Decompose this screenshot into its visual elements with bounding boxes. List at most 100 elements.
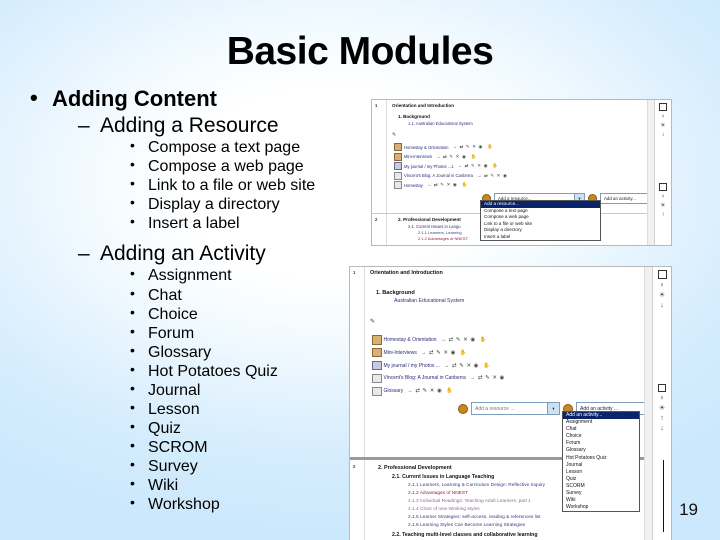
- resource-row[interactable]: Vincent's Blog: A Journal in Canberra → …: [372, 373, 665, 384]
- resource-actions[interactable]: → ⇄ ✎ ✕ ◉: [477, 173, 508, 179]
- glossary-icon: [394, 181, 402, 190]
- move-down-icon[interactable]: ↓: [660, 302, 664, 309]
- dropdown-option[interactable]: SCORM: [563, 483, 639, 490]
- section-item: 2.1.6 Learning Styles Can Become Learnin…: [408, 523, 526, 528]
- show-only-section-icon[interactable]: ♀: [661, 194, 666, 200]
- resource-label[interactable]: Glossary: [384, 388, 404, 394]
- show-only-section-icon[interactable]: ♀: [659, 282, 664, 289]
- hide-section-icon[interactable]: ☀: [659, 292, 665, 299]
- resource-row[interactable]: Homestay & Orientation → ⇄ ✎ ✕ ◉ ✋: [394, 143, 665, 151]
- edit-pencil-icon[interactable]: ✎: [370, 318, 665, 325]
- resource-actions[interactable]: → ⇄ ✎ ✕ ◉: [421, 350, 456, 356]
- move-down-icon[interactable]: ↓: [660, 425, 664, 432]
- resource-label[interactable]: Homestay & Orientation: [384, 337, 437, 343]
- edit-pencil-icon[interactable]: ✎: [392, 132, 665, 138]
- add-activity-dropdown-menu[interactable]: Add an activity... Assignment Chat Choic…: [562, 411, 640, 513]
- dropdown-option[interactable]: Hot Potatoes Quiz: [563, 455, 639, 462]
- resource-row[interactable]: Mini-Interviews → ⇄ ✎ ✕ ◉ ✋: [394, 152, 665, 161]
- hide-icon[interactable]: ✋: [487, 144, 493, 150]
- help-icon[interactable]: [458, 403, 468, 414]
- resource-row[interactable]: Vincent's Blog: A Journal in Canberra → …: [394, 171, 665, 180]
- move-up-icon[interactable]: ↑: [660, 415, 664, 422]
- move-up-icon[interactable]: ↑: [662, 212, 665, 218]
- journal-icon: [372, 360, 382, 371]
- dropdown-option[interactable]: Add an activity...: [563, 412, 639, 420]
- outline-item: Assignment: [0, 265, 400, 285]
- dropdown-option[interactable]: Journal: [563, 462, 639, 469]
- outline-item: Insert a label: [0, 213, 400, 233]
- add-resource-dropdown-menu[interactable]: Add a resource... Compose a text page Co…: [480, 200, 601, 242]
- resource-row[interactable]: My journal / my Photos ... → ⇄ ✎ ✕ ◉ ✋: [372, 360, 665, 371]
- hide-icon[interactable]: ✋: [480, 337, 487, 343]
- highlight-section-icon[interactable]: [658, 384, 666, 392]
- section-heading: 1. Background: [398, 114, 430, 119]
- dropdown-option[interactable]: Assignment: [563, 419, 639, 426]
- hide-icon[interactable]: ✋: [471, 154, 477, 160]
- section-title: Orientation and Introduction: [392, 103, 455, 108]
- outline-level1: Adding Content: [0, 85, 400, 112]
- screenshot-top-course-page: 1 Orientation and Introduction 1. Backgr…: [371, 99, 672, 246]
- dropdown-option[interactable]: Glossary: [563, 447, 639, 454]
- resource-actions[interactable]: → ⇄ ✎ ✕ ◉: [427, 182, 458, 188]
- section-subheading: Australian Educational System: [394, 298, 465, 304]
- section-gutter: [350, 267, 365, 457]
- resource-row[interactable]: Glossary → ⇄ ✎ ✕ ◉ ✋: [372, 386, 665, 397]
- resource-actions[interactable]: → ⇄ ✎ ✕ ◉: [470, 375, 505, 381]
- hide-section-icon[interactable]: ☀: [660, 203, 665, 209]
- resource-label[interactable]: Vincent's Blog: A Journal in Canberra: [404, 173, 473, 178]
- dropdown-option[interactable]: Forum: [563, 440, 639, 447]
- hide-section-icon[interactable]: ☀: [660, 123, 665, 129]
- resource-label[interactable]: Mini-Interviews: [384, 350, 417, 356]
- resource-row[interactable]: Mini-Interviews → ⇄ ✎ ✕ ◉ ✋: [372, 347, 665, 358]
- dropdown-option[interactable]: Insert a label: [481, 234, 600, 241]
- resource-actions[interactable]: → ⇄ ✎ ✕ ◉: [444, 363, 479, 369]
- hide-icon[interactable]: ✋: [492, 163, 498, 169]
- highlight-section-icon[interactable]: [659, 183, 667, 191]
- section-title: Orientation and Introduction: [370, 270, 443, 276]
- resource-actions[interactable]: → ⇄ ✎ ✕ ◉: [441, 337, 476, 343]
- dropdown-option[interactable]: Choice: [563, 433, 639, 440]
- resource-label[interactable]: My journal / my Photos ...: [384, 363, 440, 369]
- resource-actions[interactable]: → ⇄ ✎ ✕ ◉: [452, 144, 483, 150]
- blog-icon: [372, 373, 382, 384]
- hide-icon[interactable]: ✋: [446, 388, 453, 394]
- move-down-icon[interactable]: ↓: [662, 132, 665, 138]
- highlight-section-icon[interactable]: [657, 270, 667, 279]
- dropdown-option[interactable]: Lesson: [563, 469, 639, 476]
- dropdown-option[interactable]: Quiz: [563, 476, 639, 483]
- dropdown-option[interactable]: Wiki: [563, 497, 639, 504]
- resource-label[interactable]: Mini-Interviews: [404, 154, 432, 159]
- dropdown-option[interactable]: Chat: [563, 426, 639, 433]
- slide-outline: Adding Content Adding a Resource Compose…: [0, 85, 400, 514]
- resource-row[interactable]: Homestay & Orientation → ⇄ ✎ ✕ ◉ ✋: [372, 335, 665, 345]
- resource-label[interactable]: Homestay & Orientation: [404, 145, 448, 150]
- resource-actions[interactable]: → ⇄ ✎ ✕ ◉: [436, 154, 467, 160]
- resource-label[interactable]: Vincent's Blog: A Journal in Canberra: [384, 375, 466, 381]
- forum-icon: [394, 143, 402, 151]
- add-activity-value: Add an activity...: [604, 196, 636, 202]
- hide-icon[interactable]: ✋: [462, 182, 468, 188]
- dropdown-option[interactable]: Workshop: [563, 504, 639, 511]
- hide-section-icon[interactable]: ☀: [659, 405, 665, 412]
- section-number: 2: [375, 217, 378, 222]
- outline-item: Workshop: [0, 494, 400, 514]
- resource-actions[interactable]: → ⇄ ✎ ✕ ◉: [458, 163, 489, 169]
- section-number: 1: [375, 103, 378, 108]
- dropdown-option[interactable]: Survey: [563, 490, 639, 497]
- highlight-section-icon[interactable]: [659, 103, 667, 111]
- hide-icon[interactable]: ✋: [460, 350, 467, 356]
- resource-actions[interactable]: → ⇄ ✎ ✕ ◉: [407, 388, 442, 394]
- outline-item: Wiki: [0, 475, 400, 495]
- chevron-down-icon[interactable]: ▼: [547, 403, 559, 415]
- show-only-section-icon[interactable]: ♀: [661, 114, 666, 120]
- show-only-section-icon[interactable]: ♀: [659, 395, 664, 402]
- outline-group-resource: Adding a Resource Compose a text page Co…: [0, 113, 400, 233]
- resource-row[interactable]: My journal / my Photos ...1 → ⇄ ✎ ✕ ◉ ✋: [394, 162, 665, 171]
- hide-icon[interactable]: ✋: [483, 363, 490, 369]
- journal-icon: [394, 162, 402, 171]
- outline-item: Hot Potatoes Quiz: [0, 361, 400, 381]
- resource-label[interactable]: My journal / my Photos ...1: [404, 164, 454, 169]
- add-resource-select[interactable]: Add a resource ... ▼: [471, 402, 560, 416]
- resource-label[interactable]: Homestay: [404, 183, 423, 188]
- resource-row[interactable]: Homestay → ⇄ ✎ ✕ ◉ ✋: [394, 181, 665, 190]
